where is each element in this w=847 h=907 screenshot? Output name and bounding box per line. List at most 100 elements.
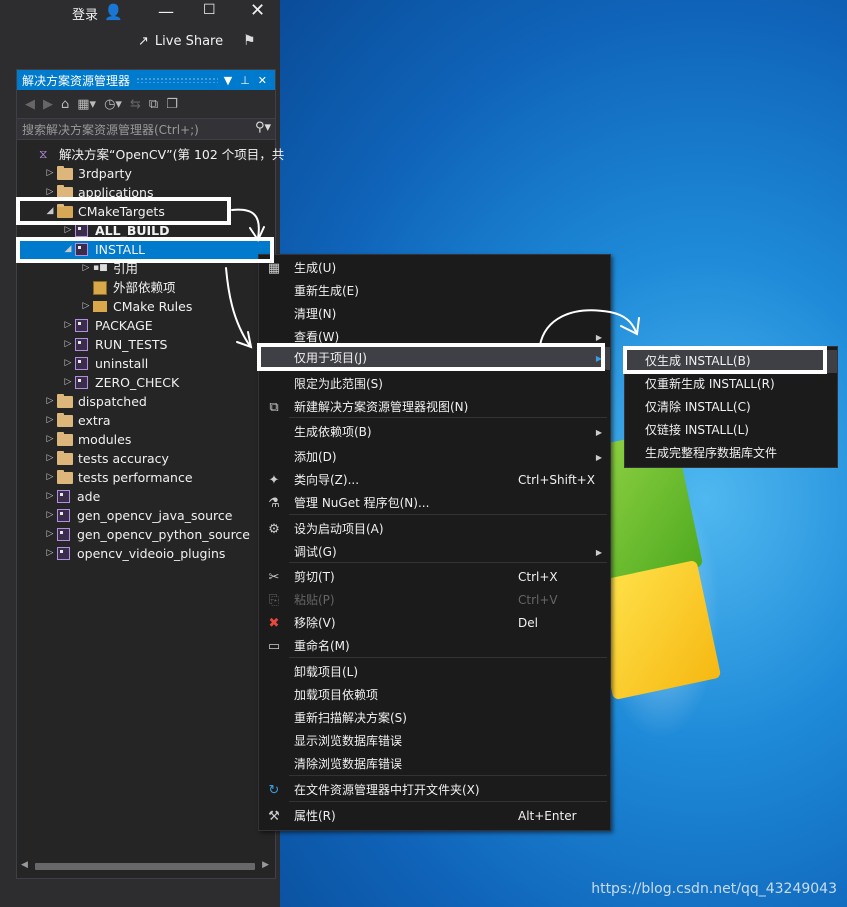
- tree-item[interactable]: ▷ CMake Rules: [79, 297, 193, 316]
- minimize-button[interactable]: —: [158, 2, 174, 21]
- submenu-item[interactable]: 仅清除 INSTALL(C): [625, 396, 837, 419]
- solution-explorer-toolbar: ◀ ▶ ⌂ ▦▾ ◷▾ ⇆ ⧉ ❐: [17, 90, 275, 118]
- horizontal-scrollbar[interactable]: ◀ ▶: [21, 860, 269, 872]
- context-menu-item[interactable]: ▭ 重命名(M): [259, 635, 610, 658]
- home-icon[interactable]: ⌂: [61, 97, 69, 112]
- forward-icon[interactable]: ▶: [43, 97, 53, 112]
- submenu-item[interactable]: 生成完整程序数据库文件: [625, 442, 837, 465]
- tree-item[interactable]: ▷ tests accuracy: [43, 449, 169, 468]
- tree-item[interactable]: ▷ uninstall: [61, 354, 149, 373]
- context-menu-item[interactable]: ⚒ 属性(R) Alt+Enter: [259, 805, 610, 828]
- tree-item-label: RUN_TESTS: [95, 337, 168, 352]
- expand-arrow-icon[interactable]: ▷: [43, 449, 57, 468]
- project-icon: [75, 357, 88, 370]
- remove-icon: ✖: [268, 616, 280, 631]
- context-menu-item[interactable]: 生成依赖项(B) ▶: [259, 421, 610, 444]
- new-view-icon: ⧉: [269, 400, 279, 415]
- tree-item[interactable]: ▷ tests performance: [43, 468, 193, 487]
- show-all-files-icon[interactable]: ❐: [166, 97, 178, 112]
- context-menu-item[interactable]: ⚗ 管理 NuGet 程序包(N)...: [259, 492, 610, 515]
- search-icon[interactable]: ⚲▾: [255, 120, 271, 135]
- context-menu-item-label: 重新生成(E): [294, 284, 359, 298]
- submenu-arrow-icon: ▶: [595, 453, 602, 462]
- expand-arrow-icon[interactable]: ▷: [61, 316, 75, 335]
- context-menu-item[interactable]: 调试(G) ▶: [259, 541, 610, 564]
- collapse-all-icon[interactable]: ⧉: [149, 97, 158, 112]
- scroll-right-icon[interactable]: ▶: [262, 860, 269, 870]
- context-menu-item[interactable]: 显示浏览数据库错误: [259, 730, 610, 753]
- context-menu-item[interactable]: ✖ 移除(V) Del: [259, 612, 610, 635]
- context-menu-item-label: 在文件资源管理器中打开文件夹(X): [294, 783, 480, 797]
- back-icon[interactable]: ◀: [25, 97, 35, 112]
- context-menu-item[interactable]: 清理(N): [259, 303, 610, 326]
- tree-item[interactable]: ▷ RUN_TESTS: [61, 335, 168, 354]
- expand-arrow-icon[interactable]: ▷: [61, 354, 75, 373]
- solution-explorer-search[interactable]: 搜索解决方案资源管理器(Ctrl+;) ⚲▾: [17, 118, 275, 140]
- expand-arrow-icon[interactable]: ▷: [43, 468, 57, 487]
- submenu-item[interactable]: 仅链接 INSTALL(L): [625, 419, 837, 442]
- pending-changes-icon[interactable]: ◷▾: [104, 97, 122, 112]
- expand-arrow-icon[interactable]: ▷: [43, 506, 57, 525]
- tree-item[interactable]: ▷ modules: [43, 430, 131, 449]
- expand-arrow-icon[interactable]: ▷: [79, 297, 93, 316]
- context-menu-item[interactable]: 清除浏览数据库错误: [259, 753, 610, 776]
- expand-arrow-icon[interactable]: ▷: [43, 430, 57, 449]
- expand-arrow-icon[interactable]: ▷: [43, 392, 57, 411]
- tree-item[interactable]: 外部依赖项: [79, 278, 176, 297]
- tree-item[interactable]: ▷ opencv_videoio_plugins: [43, 544, 226, 563]
- folder-icon: [57, 165, 73, 180]
- pin-icon[interactable]: ⊥: [240, 74, 250, 87]
- title-bar: 登录 👤 — ☐ ✕: [0, 0, 280, 28]
- title-grip[interactable]: [136, 77, 218, 83]
- context-menu-item[interactable]: ⧉ 新建解决方案资源管理器视图(N): [259, 396, 610, 419]
- context-menu-item[interactable]: ✦ 类向导(Z)... Ctrl+Shift+X: [259, 469, 610, 492]
- expand-arrow-icon[interactable]: ▷: [43, 164, 57, 183]
- search-input[interactable]: 搜索解决方案资源管理器(Ctrl+;): [22, 121, 199, 138]
- switch-views-icon[interactable]: ▦▾: [77, 97, 96, 112]
- context-menu-item-label: 属性(R): [294, 809, 336, 823]
- user-icon[interactable]: 👤: [104, 3, 123, 21]
- expand-arrow-icon[interactable]: ▷: [43, 487, 57, 506]
- scroll-left-icon[interactable]: ◀: [21, 860, 28, 870]
- dropdown-icon[interactable]: ▼: [224, 74, 232, 87]
- tree-item[interactable]: ▷ PACKAGE: [61, 316, 153, 335]
- tree-item[interactable]: ⧖ 解决方案“OpenCV”(第 102 个项目，共: [25, 145, 284, 164]
- tree-item-label: tests accuracy: [78, 451, 169, 466]
- tree-item[interactable]: ▷ 3rdparty: [43, 164, 132, 183]
- context-menu-item[interactable]: ⚙ 设为启动项目(A): [259, 518, 610, 541]
- expand-arrow-icon[interactable]: ▷: [43, 411, 57, 430]
- feedback-icon[interactable]: ⚑: [243, 33, 256, 49]
- context-menu-item[interactable]: ▦ 生成(U): [259, 257, 610, 280]
- paste-icon: ⎘: [268, 593, 280, 608]
- expand-arrow-icon[interactable]: ▷: [43, 544, 57, 563]
- maximize-button[interactable]: ☐: [203, 2, 216, 18]
- context-menu-item[interactable]: 限定为此范围(S): [259, 373, 610, 396]
- context-menu-item[interactable]: ✂ 剪切(T) Ctrl+X: [259, 566, 610, 589]
- context-menu-item[interactable]: 卸载项目(L): [259, 661, 610, 684]
- login-link[interactable]: 登录: [72, 4, 98, 23]
- context-menu-item[interactable]: 重新生成(E): [259, 280, 610, 303]
- tree-item[interactable]: ▷ gen_opencv_python_source: [43, 525, 250, 544]
- context-menu-item[interactable]: ⎘ 粘贴(P) Ctrl+V: [259, 589, 610, 612]
- tree-item[interactable]: ▷ extra: [43, 411, 111, 430]
- scrollbar-thumb[interactable]: [35, 863, 255, 870]
- tree-item[interactable]: ▷ ZERO_CHECK: [61, 373, 180, 392]
- context-menu-item[interactable]: 重新扫描解决方案(S): [259, 707, 610, 730]
- live-share-button[interactable]: ↗ Live Share: [138, 34, 223, 49]
- annotation-box-install: [16, 237, 274, 263]
- tree-item[interactable]: ▷ dispatched: [43, 392, 147, 411]
- context-menu-item[interactable]: 加载项目依赖项: [259, 684, 610, 707]
- expand-arrow-icon[interactable]: ▷: [43, 525, 57, 544]
- submenu-item[interactable]: 仅重新生成 INSTALL(R): [625, 373, 837, 396]
- context-menu-item[interactable]: ↻ 在文件资源管理器中打开文件夹(X): [259, 779, 610, 802]
- close-button[interactable]: ✕: [250, 0, 265, 21]
- tree-item[interactable]: ▷ ade: [43, 487, 101, 506]
- visual-studio-window: 登录 👤 — ☐ ✕ ↗ Live Share ⚑ 解决方案资源管理器 ▼ ⊥ …: [0, 0, 284, 907]
- close-panel-icon[interactable]: ✕: [258, 74, 267, 87]
- sync-icon[interactable]: ⇆: [130, 97, 141, 112]
- tree-item[interactable]: ▷ gen_opencv_java_source: [43, 506, 233, 525]
- expand-arrow-icon[interactable]: ▷: [61, 373, 75, 392]
- context-menu-item[interactable]: 添加(D) ▶: [259, 446, 610, 469]
- expand-arrow-icon[interactable]: ▷: [61, 335, 75, 354]
- tree-item-label: dispatched: [78, 394, 147, 409]
